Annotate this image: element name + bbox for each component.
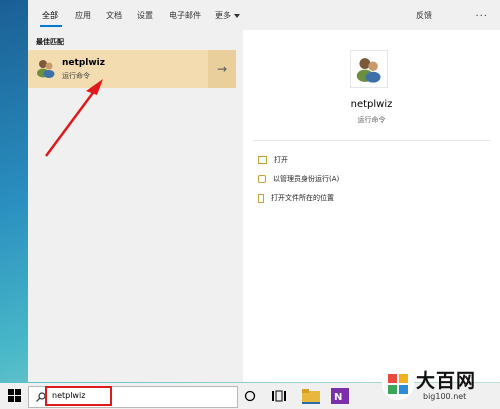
watermark-text: 大百网	[416, 370, 477, 392]
watermark-logo	[381, 367, 415, 401]
onenote-icon[interactable]: N	[331, 388, 349, 404]
red-highlight-box	[45, 386, 112, 406]
file-explorer-icon[interactable]	[302, 388, 320, 404]
task-view-icon[interactable]	[272, 390, 286, 402]
windows-start-icon[interactable]	[8, 389, 22, 403]
red-annotation-arrow	[44, 79, 103, 157]
svg-text:N: N	[334, 392, 342, 403]
watermark-url: big100.net	[423, 392, 467, 401]
cortana-icon[interactable]	[244, 390, 256, 402]
watermark-logo-icon	[382, 368, 414, 400]
